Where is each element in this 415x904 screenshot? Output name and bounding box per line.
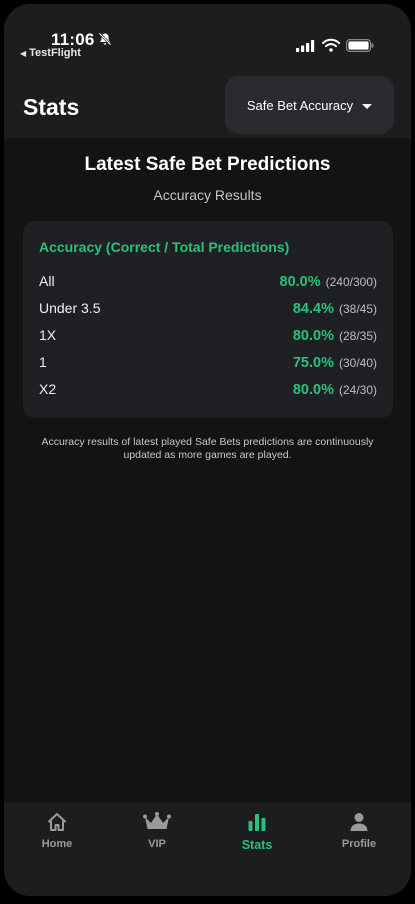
accuracy-row-1: 1 75.0% (30/40)	[39, 354, 377, 374]
row-fraction: (24/30)	[338, 383, 377, 397]
battery-icon	[346, 39, 374, 52]
home-icon	[48, 813, 66, 831]
tab-label: Profile	[341, 838, 377, 850]
accuracy-row-1x: 1X 80.0% (28/35)	[39, 327, 377, 347]
bar-chart-icon	[248, 814, 266, 831]
tab-profile[interactable]: Profile	[319, 812, 399, 850]
row-label: 1	[39, 354, 47, 370]
accuracy-row-x2: X2 80.0% (24/30)	[39, 381, 377, 401]
row-label: X2	[39, 381, 57, 397]
tab-label: Stats	[241, 838, 273, 852]
row-value: 80.0% (240/300)	[280, 273, 378, 290]
row-value: 80.0% (28/35)	[293, 327, 377, 344]
person-icon	[350, 813, 368, 831]
row-value: 75.0% (30/40)	[293, 354, 377, 371]
wifi-icon	[322, 38, 340, 52]
cellular-signal-icon	[296, 40, 315, 52]
stats-type-dropdown[interactable]: Safe Bet Accuracy	[225, 76, 394, 134]
row-label: All	[39, 273, 55, 289]
row-fraction: (38/45)	[338, 302, 377, 316]
section-heading: Latest Safe Bet Predictions	[84, 154, 331, 175]
back-app-label: TestFlight	[29, 47, 81, 59]
accuracy-card-title: Accuracy (Correct / Total Predictions)	[39, 239, 290, 255]
row-label: 1X	[39, 327, 57, 343]
crown-icon	[143, 812, 171, 829]
accuracy-row-under-3-5: Under 3.5 84.4% (38/45)	[39, 300, 377, 320]
row-percent: 75.0%	[292, 355, 334, 371]
row-percent: 80.0%	[292, 328, 334, 344]
app-screen: 11:06 ◀ TestFlight Stats Safe Bet Accura…	[4, 4, 411, 896]
accuracy-footnote: Accuracy results of latest played Safe B…	[41, 436, 374, 461]
section-subheading: Accuracy Results	[153, 187, 262, 203]
row-fraction: (30/40)	[338, 356, 377, 370]
tab-label: VIP	[148, 838, 166, 850]
row-percent: 80.0%	[292, 382, 334, 398]
row-percent: 84.4%	[292, 301, 334, 317]
tab-vip[interactable]: VIP	[117, 812, 197, 850]
row-fraction: (240/300)	[325, 275, 377, 289]
tab-stats[interactable]: Stats	[217, 812, 297, 852]
accuracy-row-all: All 80.0% (240/300)	[39, 273, 377, 293]
caret-down-icon	[362, 103, 373, 109]
row-label: Under 3.5	[39, 300, 101, 316]
page-title: Stats	[23, 94, 80, 120]
tab-home[interactable]: Home	[17, 812, 97, 850]
row-value: 80.0% (24/30)	[293, 381, 377, 398]
row-fraction: (28/35)	[338, 329, 377, 343]
bottom-tab-bar: Home VIP Stats Profile	[4, 802, 411, 896]
row-percent: 80.0%	[279, 274, 321, 290]
page-header: Stats Safe Bet Accuracy	[4, 76, 411, 138]
back-to-app-link[interactable]: ◀ TestFlight	[20, 47, 81, 59]
dropdown-selected-value: Safe Bet Accuracy	[246, 97, 354, 113]
row-value: 84.4% (38/45)	[293, 300, 377, 317]
status-bar: 11:06 ◀ TestFlight	[4, 4, 411, 76]
bell-muted-icon	[98, 32, 112, 46]
accuracy-card: Accuracy (Correct / Total Predictions) A…	[23, 221, 393, 418]
back-arrow-icon: ◀	[20, 49, 27, 58]
tab-label: Home	[41, 838, 73, 850]
